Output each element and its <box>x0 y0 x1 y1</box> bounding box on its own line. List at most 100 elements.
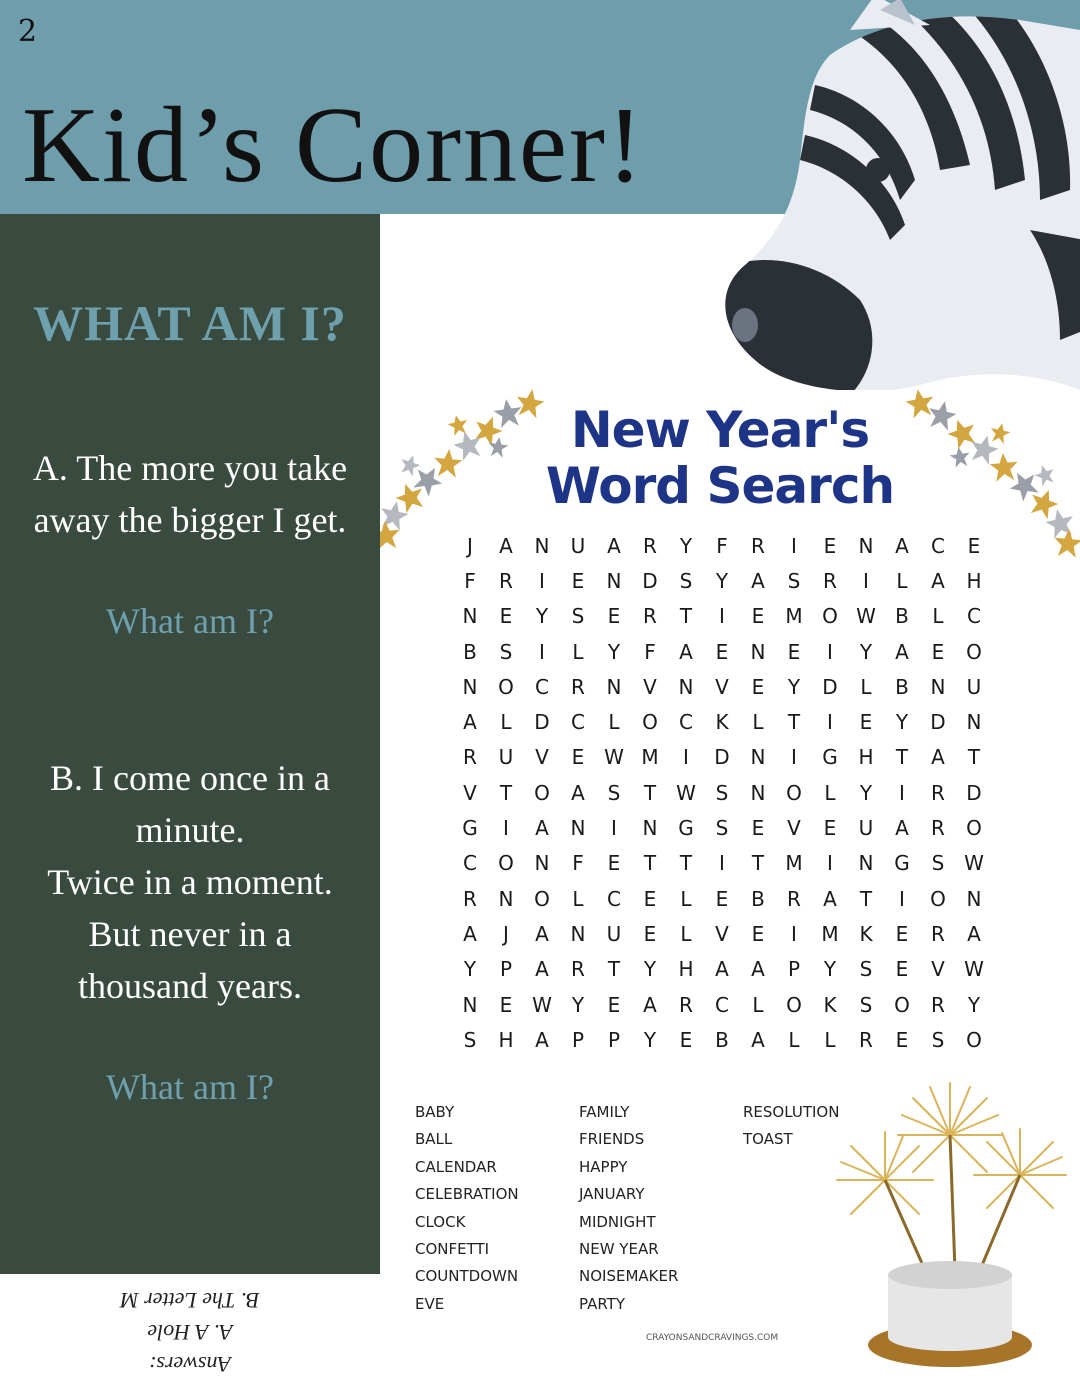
grid-letter: H <box>858 745 874 770</box>
grid-letter: R <box>643 604 657 629</box>
grid-letter: S <box>931 1027 945 1052</box>
grid-letter: E <box>607 604 621 629</box>
grid-letter: T <box>859 886 873 911</box>
grid-letter: C <box>967 604 981 629</box>
grid-letter: Y <box>895 710 909 735</box>
grid-row: YPARTYHAAPYSEVW <box>452 952 992 987</box>
grid-letter: P <box>787 957 801 982</box>
grid-letter: N <box>570 921 586 946</box>
word-list-column-3: RESOLUTION TOAST <box>743 1099 839 1154</box>
grid-letter: L <box>860 674 872 699</box>
grid-letter: T <box>751 851 765 876</box>
grid-letter: F <box>464 568 476 593</box>
grid-letter: T <box>679 851 693 876</box>
grid-letter: C <box>571 710 585 735</box>
riddle-a: A. The more you take away the bigger I g… <box>0 442 380 546</box>
grid-letter: N <box>642 816 658 841</box>
grid-letter: F <box>644 639 656 664</box>
grid-letter: A <box>967 921 981 946</box>
grid-letter: O <box>498 674 514 699</box>
grid-letter: E <box>895 921 909 946</box>
grid-letter: E <box>967 533 981 558</box>
grid-letter: K <box>859 921 873 946</box>
grid-letter: H <box>966 568 982 593</box>
grid-letter: U <box>966 674 982 699</box>
grid-row: NEYSERTIEMOWBLC <box>452 599 992 634</box>
grid-letter: T <box>643 780 657 805</box>
grid-letter: J <box>503 921 509 946</box>
grid-letter: A <box>715 957 729 982</box>
grid-letter: I <box>539 568 545 593</box>
grid-letter: W <box>676 780 696 805</box>
grid-letter: U <box>858 816 874 841</box>
grid-letter: I <box>683 745 689 770</box>
grid-letter: L <box>680 921 692 946</box>
word-list-item: JANUARY <box>579 1185 645 1204</box>
grid-letter: I <box>719 851 725 876</box>
grid-letter: D <box>714 745 730 770</box>
grid-row: ALDCLOCKLTIEYDN <box>452 704 992 739</box>
grid-letter: G <box>462 816 478 841</box>
grid-letter: B <box>463 639 477 664</box>
grid-letter: I <box>827 639 833 664</box>
grid-letter: I <box>503 816 509 841</box>
grid-letter: R <box>571 957 585 982</box>
grid-letter: L <box>896 568 908 593</box>
grid-letter: E <box>751 674 765 699</box>
grid-letter: N <box>750 745 766 770</box>
grid-letter: O <box>966 816 982 841</box>
grid-letter: S <box>571 604 585 629</box>
grid-letter: Y <box>787 674 801 699</box>
grid-letter: H <box>498 1027 514 1052</box>
grid-letter: I <box>539 639 545 664</box>
grid-letter: E <box>751 921 765 946</box>
grid-letter: E <box>643 886 657 911</box>
grid-letter: I <box>899 886 905 911</box>
grid-letter: P <box>607 1027 621 1052</box>
grid-letter: L <box>788 1027 800 1052</box>
grid-letter: U <box>606 921 622 946</box>
answers-upside-down: Answers: A. A Hole B. The Letter M <box>0 1280 380 1380</box>
word-list-item: NOISEMAKER <box>579 1267 679 1286</box>
answer-a: A. A Hole <box>147 1320 233 1345</box>
grid-letter: N <box>534 533 550 558</box>
grid-letter: D <box>642 568 658 593</box>
grid-letter: T <box>643 851 657 876</box>
grid-letter: R <box>931 816 945 841</box>
source-credit: CRAYONSANDCRAVINGS.COM <box>646 1333 779 1343</box>
riddle-b-line: But never in a <box>88 914 292 954</box>
grid-letter: B <box>895 674 909 699</box>
word-search-title-line1: New Year's <box>570 401 870 459</box>
word-list-item: COUNTDOWN <box>415 1267 519 1286</box>
grid-letter: D <box>966 780 982 805</box>
grid-letter: I <box>899 780 905 805</box>
grid-row: JANUARYFRIENACE <box>452 528 992 563</box>
grid-letter: E <box>679 1027 693 1052</box>
grid-letter: R <box>931 921 945 946</box>
grid-letter: L <box>572 886 584 911</box>
grid-row: SHAPPYEBALLRESO <box>452 1022 992 1057</box>
grid-letter: T <box>679 604 693 629</box>
grid-letter: W <box>532 992 552 1017</box>
grid-letter: T <box>895 745 909 770</box>
grid-letter: M <box>785 851 803 876</box>
grid-letter: A <box>607 533 621 558</box>
grid-letter: A <box>535 921 549 946</box>
grid-letter: N <box>966 710 982 735</box>
grid-letter: E <box>571 745 585 770</box>
grid-letter: R <box>571 674 585 699</box>
word-list-item: TOAST <box>743 1130 793 1149</box>
grid-letter: B <box>715 1027 729 1052</box>
word-list-item: CLOCK <box>415 1212 466 1231</box>
grid-letter: D <box>930 710 946 735</box>
grid-letter: V <box>787 816 801 841</box>
grid-letter: C <box>679 710 693 735</box>
grid-letter: A <box>895 816 909 841</box>
grid-letter: J <box>467 533 473 558</box>
grid-letter: K <box>823 992 837 1017</box>
grid-letter: W <box>856 604 876 629</box>
grid-row: FRIENDSYASRILAH <box>452 563 992 598</box>
grid-letter: U <box>570 533 586 558</box>
grid-letter: N <box>462 992 478 1017</box>
zebra-icon <box>725 0 1080 390</box>
